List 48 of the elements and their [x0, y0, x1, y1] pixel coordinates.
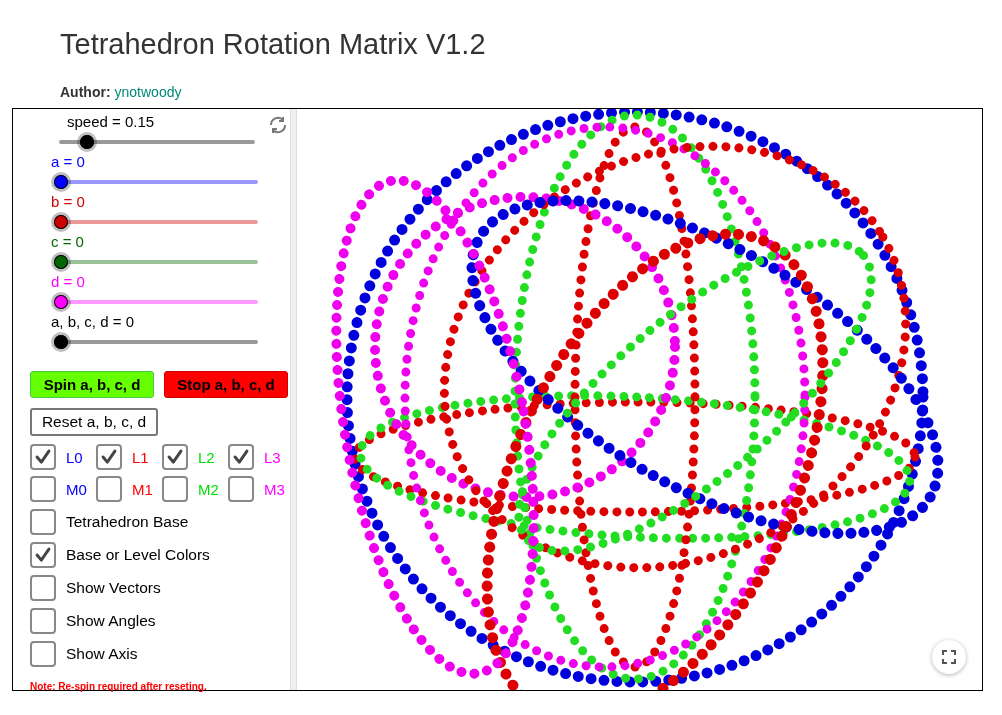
checkbox[interactable] — [30, 444, 56, 470]
checkbox-label: Base or Level Colors — [66, 546, 210, 564]
slider-thumb[interactable] — [51, 332, 71, 352]
checkbox-label: Show Angles — [66, 612, 156, 630]
note-text: Note: Re-spin required after reseting. — [29, 680, 208, 692]
checkbox-label: Tetrahedron Base — [66, 513, 189, 531]
slider-label: a = 0 — [51, 153, 85, 171]
author-link[interactable]: ynotwoody — [114, 84, 182, 100]
slider-label: speed = 0.15 — [67, 113, 155, 131]
slider-label: d = 0 — [51, 273, 85, 291]
spin-button[interactable]: Spin a, b, c, d — [30, 371, 154, 398]
checkbox[interactable] — [96, 476, 122, 502]
page-title: Tetrahedron Rotation Matrix V1.2 — [59, 27, 487, 62]
checkbox[interactable] — [96, 444, 122, 470]
slider-thumb[interactable] — [76, 132, 97, 152]
slider-thumb[interactable] — [51, 292, 71, 312]
checkbox[interactable] — [30, 509, 56, 535]
checkbox[interactable] — [30, 542, 56, 568]
checkbox[interactable] — [30, 476, 56, 502]
checkbox[interactable] — [162, 444, 188, 470]
checkbox[interactable] — [228, 476, 254, 502]
checkbox[interactable] — [162, 476, 188, 502]
checkbox-label: M1 — [132, 480, 153, 498]
checkbox-label: Show Axis — [66, 645, 138, 663]
checkbox-label: M3 — [264, 480, 285, 498]
checkbox-label: L0 — [66, 448, 83, 466]
fullscreen-icon — [942, 650, 956, 664]
checkbox[interactable] — [228, 444, 254, 470]
checkbox-label: L3 — [264, 448, 281, 466]
slider-thumb[interactable] — [51, 252, 71, 272]
checkbox[interactable] — [30, 608, 56, 634]
checkbox[interactable] — [30, 575, 56, 601]
checkbox-label: M0 — [66, 480, 87, 498]
slider-label: c = 0 — [51, 233, 84, 251]
slider-thumb[interactable] — [51, 172, 71, 192]
checkbox-label: L1 — [132, 448, 149, 466]
reset-button[interactable]: Reset a, b, c, d — [30, 408, 158, 436]
checkbox-label: Show Vectors — [66, 579, 161, 597]
fullscreen-button[interactable] — [932, 640, 966, 674]
author-label: Author: — [60, 84, 111, 100]
slider-label: b = 0 — [51, 193, 85, 211]
stop-button[interactable]: Stop a, b, c, d — [164, 371, 288, 398]
checkbox[interactable] — [30, 641, 56, 667]
checkbox-label: L2 — [198, 448, 215, 466]
slider-label: a, b, c, d = 0 — [51, 313, 134, 331]
refresh-icon[interactable] — [268, 115, 288, 135]
checkbox-label: M2 — [198, 480, 219, 498]
slider-thumb[interactable] — [51, 212, 71, 232]
